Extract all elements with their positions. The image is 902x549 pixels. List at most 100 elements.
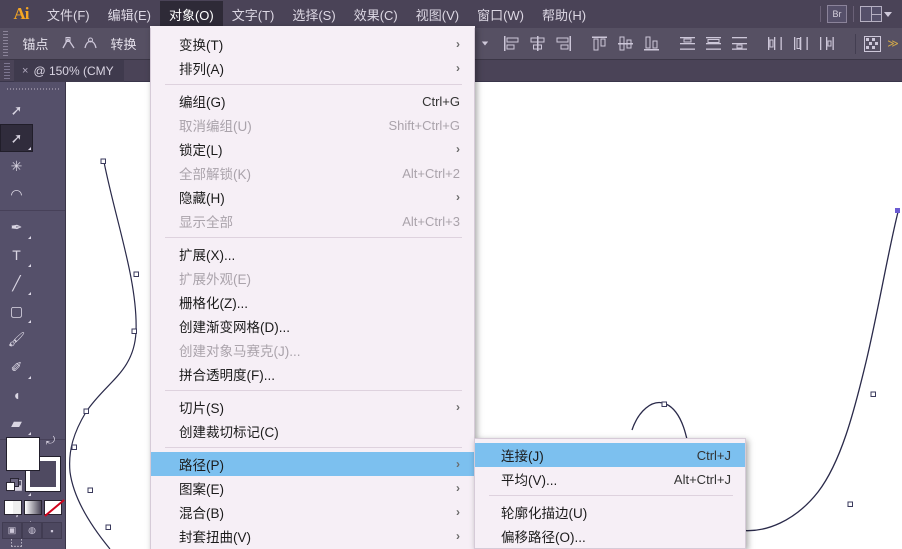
control-bar-overflow-icon[interactable]: ≫ <box>886 34 900 54</box>
arrange-documents-button[interactable] <box>860 6 892 22</box>
control-bar-grip[interactable] <box>3 30 9 57</box>
pencil-tool[interactable]: ✐ <box>0 353 33 381</box>
menu-item-label: 封套扭曲(V) <box>179 530 251 545</box>
menu-item[interactable]: 路径(P) › <box>151 452 474 476</box>
distribute-center-vertical-icon[interactable] <box>791 34 813 54</box>
paintbrush-icon: 🖌 <box>7 330 26 347</box>
pen-icon: ✒ <box>10 218 23 235</box>
menu-item[interactable]: 编组(G) Ctrl+G <box>151 89 474 113</box>
align-right-icon[interactable] <box>553 34 575 54</box>
menu-item[interactable]: 扩展(X)... <box>151 242 474 266</box>
document-tab[interactable]: × @ 150% (CMY <box>14 59 124 82</box>
menu-item-label: 扩展(X)... <box>179 248 236 263</box>
menu-7[interactable]: 视图(V) <box>407 1 468 27</box>
path-submenu-dropdown[interactable]: 连接(J) Ctrl+J 平均(V)... Alt+Ctrl+J 轮廓化描边(U) 偏移路… <box>474 438 746 549</box>
anchor-convert-corner-icon[interactable] <box>60 34 77 54</box>
active-menu-notch <box>150 26 475 28</box>
lasso-tool[interactable]: ◠ <box>0 180 33 208</box>
menu-item[interactable]: 切片(S) › <box>151 395 474 419</box>
menu-8[interactable]: 窗口(W) <box>468 1 533 27</box>
menu-9[interactable]: 帮助(H) <box>533 1 595 27</box>
object-menu-dropdown[interactable]: 变换(T) › 排列(A) › 编组(G) Ctrl+G 取消编组(U) Shift+Ctrl… <box>150 26 475 549</box>
menu-item-label: 创建渐变网格(D)... <box>179 320 290 335</box>
menu-item[interactable]: 变换(T) › <box>151 32 474 56</box>
none-mode-button[interactable] <box>44 500 62 515</box>
menu-3[interactable]: 对象(O) <box>159 1 223 27</box>
rectangle-tool[interactable]: ▢ <box>0 297 33 325</box>
menu-item[interactable]: 平均(V)... Alt+Ctrl+J <box>475 467 745 491</box>
align-top-icon[interactable] <box>589 34 611 54</box>
bridge-icon[interactable]: Br <box>827 5 847 23</box>
menu-5[interactable]: 选择(S) <box>283 1 344 27</box>
line-segment-tool[interactable]: ╱ <box>0 269 33 297</box>
menu-item-label: 全部解锁(K) <box>179 167 251 182</box>
eraser-tool[interactable]: ▰ <box>0 409 33 437</box>
menu-item[interactable]: 连接(J) Ctrl+J <box>475 443 745 467</box>
full-screen-with-menu-button[interactable]: ◍ <box>22 522 42 539</box>
menu-item[interactable]: 轮廓化描边(U) <box>475 500 745 524</box>
menu-item[interactable]: 封套扭曲(V) › <box>151 524 474 548</box>
tools-panel-grip[interactable] <box>6 84 59 93</box>
anchor-convert-smooth-icon[interactable] <box>81 34 98 54</box>
menu-item[interactable]: 创建裁切标记(C) <box>151 419 474 443</box>
document-tab-close-icon[interactable]: × <box>22 65 28 77</box>
normal-screen-mode-button[interactable]: ▣ <box>2 522 22 539</box>
blob-brush-icon: ◖ <box>12 387 21 403</box>
tab-grip[interactable] <box>4 62 10 79</box>
menu-separator <box>489 495 733 496</box>
menu-item[interactable]: 隐藏(H) › <box>151 185 474 209</box>
direct-selection-icon: ➚ <box>10 129 23 146</box>
menu-bar-divider <box>820 6 821 22</box>
menu-6[interactable]: 效果(C) <box>345 1 407 27</box>
magic-wand-tool[interactable]: ✳ <box>0 152 33 180</box>
transparency-grid-icon[interactable] <box>863 34 882 54</box>
selection-tool[interactable]: ➚ <box>0 96 33 124</box>
arrange-documents-icon <box>860 6 882 22</box>
align-left-icon[interactable] <box>501 34 523 54</box>
distribute-bottom-icon[interactable] <box>729 34 751 54</box>
tool-more-indicator <box>28 320 31 323</box>
paintbrush-tool[interactable]: 🖌 <box>0 325 33 353</box>
menu-item[interactable]: 拼合透明度(F)... <box>151 362 474 386</box>
fill-swatch[interactable] <box>6 437 40 471</box>
submenu-chevron-icon: › <box>456 400 460 414</box>
menu-item[interactable]: 栅格化(Z)... <box>151 290 474 314</box>
illustrator-window: ➚➚✳◠✒T╱▢🖌✐◖▰↻⬓⌇⬚◑▦▩▤⚲◎❊▥⬛✂✋🔍 ⤾ ▣ ◍ ▪ × @… <box>0 0 902 549</box>
menu-item[interactable]: 锁定(L) › <box>151 137 474 161</box>
color-mode-button[interactable] <box>4 500 22 515</box>
distribute-top-icon[interactable] <box>677 34 699 54</box>
tool-more-indicator <box>28 147 31 150</box>
tool-more-indicator <box>28 432 31 435</box>
menu-item[interactable]: 创建渐变网格(D)... <box>151 314 474 338</box>
menu-item: 全部解锁(K) Alt+Ctrl+2 <box>151 161 474 185</box>
gradient-mode-button[interactable] <box>24 500 42 515</box>
menu-item-label: 切片(S) <box>179 401 224 416</box>
magic-wand-icon: ✳ <box>10 157 23 174</box>
menu-item-shortcut: Alt+Ctrl+2 <box>402 165 460 181</box>
menu-4[interactable]: 文字(T) <box>223 1 284 27</box>
menu-item-label: 轮廓化描边(U) <box>501 506 588 521</box>
type-tool[interactable]: T <box>0 241 33 269</box>
direct-selection-tool[interactable]: ➚ <box>0 124 33 152</box>
type-icon: T <box>12 247 21 263</box>
pen-tool[interactable]: ✒ <box>0 213 33 241</box>
align-middle-vertical-icon[interactable] <box>615 34 637 54</box>
menu-2[interactable]: 编辑(E) <box>99 1 160 27</box>
align-bottom-icon[interactable] <box>641 34 663 54</box>
align-center-horizontal-icon[interactable] <box>527 34 549 54</box>
distribute-right-icon[interactable] <box>817 34 839 54</box>
menu-bar-divider-2 <box>853 6 854 22</box>
menu-item-shortcut: Shift+Ctrl+G <box>388 117 460 133</box>
menu-item[interactable]: 图案(E) › <box>151 476 474 500</box>
menu-item[interactable]: 偏移路径(O)... <box>475 524 745 548</box>
menu-1[interactable]: 文件(F) <box>38 1 99 27</box>
menu-item[interactable]: 混合(B) › <box>151 500 474 524</box>
menu-item[interactable]: 排列(A) › <box>151 56 474 80</box>
blob-brush-tool[interactable]: ◖ <box>0 381 33 409</box>
distribute-center-icon[interactable] <box>703 34 725 54</box>
full-screen-mode-button[interactable]: ▪ <box>42 522 62 539</box>
swap-fill-stroke-icon[interactable]: ⤾ <box>46 435 59 448</box>
default-fill-stroke-icon[interactable] <box>6 478 20 492</box>
menu-item-label: 拼合透明度(F)... <box>179 368 275 383</box>
distribute-left-icon[interactable] <box>765 34 787 54</box>
